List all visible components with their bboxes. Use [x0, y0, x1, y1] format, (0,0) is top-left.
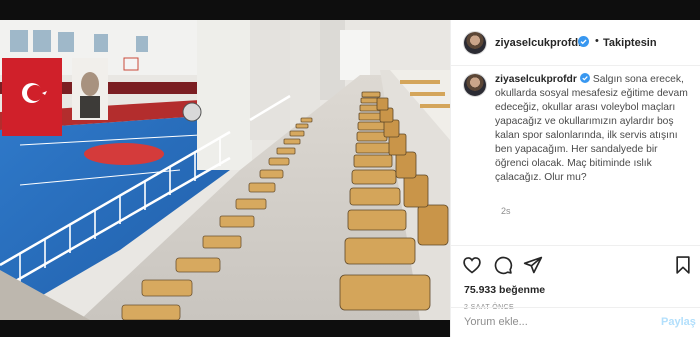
comment-bar: Paylaş	[451, 307, 700, 337]
bookmark-icon[interactable]	[673, 255, 693, 275]
post-side-panel: ziyaselcukprofdr • Takiptesin ziyaselcuk…	[450, 20, 700, 337]
post-header: ziyaselcukprofdr • Takiptesin	[451, 20, 700, 66]
comment-icon[interactable]	[493, 255, 513, 275]
like-count[interactable]: 75.933 beğenme	[464, 284, 545, 296]
follow-status-button[interactable]: Takiptesin	[603, 37, 657, 49]
caption-text: Salgın sona erecek, okullarda sosyal mes…	[495, 74, 688, 183]
caption-avatar[interactable]	[464, 74, 486, 96]
avatar[interactable]	[464, 32, 486, 54]
post-photo[interactable]	[0, 20, 450, 320]
gym-bleachers-photo	[0, 20, 450, 320]
caption-username[interactable]: ziyaselcukprofdr	[495, 74, 577, 85]
share-comment-button[interactable]: Paylaş	[661, 316, 696, 328]
verified-badge-icon	[579, 73, 590, 83]
header-username[interactable]: ziyaselcukprofdr	[495, 37, 582, 49]
heart-icon[interactable]	[462, 255, 482, 275]
verified-badge-icon	[578, 36, 589, 47]
top-black-bar	[0, 0, 700, 20]
comment-input[interactable]	[464, 316, 644, 328]
post-caption: ziyaselcukprofdr Salgın sona erecek, okul…	[495, 73, 691, 185]
separator-dot: •	[595, 35, 599, 47]
bottom-black-bar	[0, 320, 450, 337]
paper-plane-icon[interactable]	[523, 255, 543, 275]
caption-time-ago: 2s	[501, 206, 511, 216]
